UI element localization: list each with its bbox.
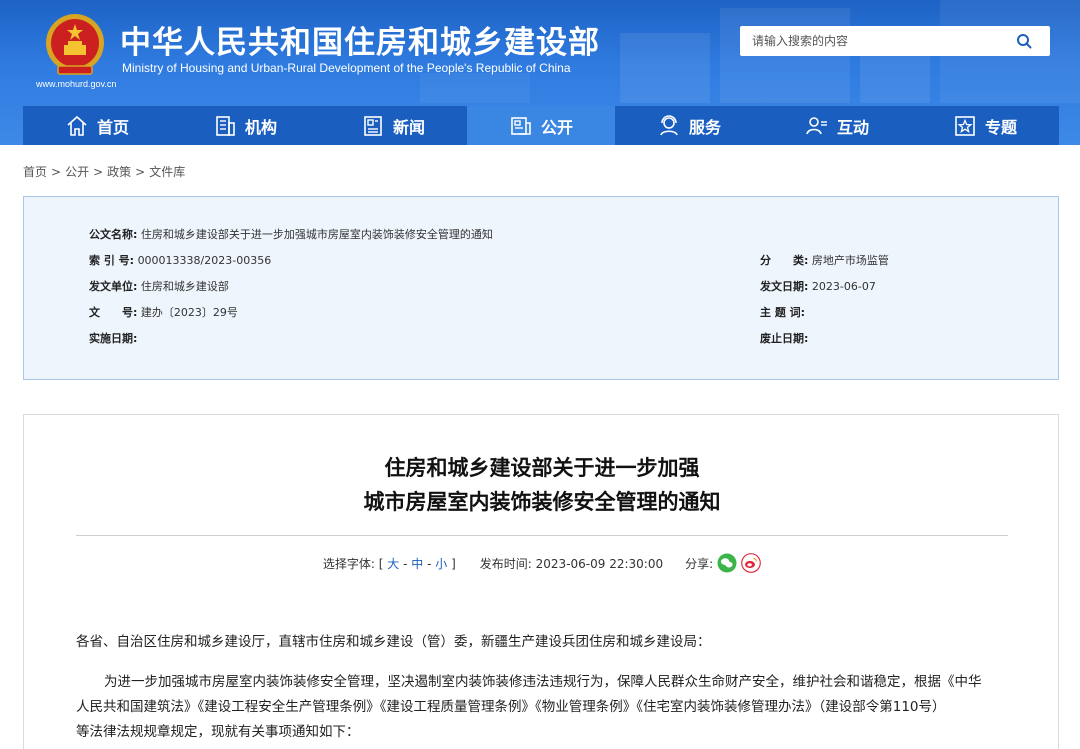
nav-item-special[interactable]: 专题 <box>911 106 1059 145</box>
bracket: ] <box>451 556 456 571</box>
paragraph: 人民共和国建筑法》《建设工程安全生产管理条例》《建设工程质量管理条例》《物业管理… <box>76 699 946 715</box>
bracket: [ <box>378 556 384 571</box>
meta-label: 主 题 词: <box>760 306 806 319</box>
breadcrumb-item-policy[interactable]: 政策 <box>107 165 131 179</box>
meta-issuer: 发文单位: 住房和城乡建设部 <box>89 278 229 294</box>
meta-index: 索 引 号: 000013338/2023-00356 <box>89 252 271 268</box>
nav-label: 新闻 <box>392 117 425 137</box>
search-icon[interactable] <box>1016 33 1032 49</box>
site-title[interactable]: 中华人民共和国住房和城乡建设部 <box>120 17 600 62</box>
breadcrumb-item-public[interactable]: 公开 <box>65 165 89 179</box>
nav-item-interact[interactable]: 互动 <box>763 106 911 145</box>
font-small-link[interactable]: 小 <box>435 557 447 571</box>
star-icon <box>955 115 975 136</box>
font-size-selector: 选择字体: [ 大 - 中 - 小 ] <box>323 555 456 572</box>
home-icon <box>67 115 87 136</box>
meta-category: 分 类: 房地产市场监管 <box>760 252 889 268</box>
meta-label: 公文名称: <box>89 228 138 241</box>
nav-label: 公开 <box>540 117 573 137</box>
publish-time: 发布时间: 2023-06-09 22:30:00 <box>480 555 663 572</box>
national-emblem-icon[interactable] <box>44 12 106 78</box>
breadcrumb-item-home[interactable]: 首页 <box>23 165 47 179</box>
paragraph: 为进一步加强城市房屋室内装饰装修安全管理，坚决遏制室内装饰装修违法违规行为，保障… <box>104 674 982 690</box>
main-nav: 首页 机构 新闻 公开 服务 互动 专题 <box>23 106 1059 145</box>
divider <box>76 535 1008 536</box>
header-building-graphic <box>620 33 710 103</box>
meta-label: 发文单位: <box>89 280 138 293</box>
site-url: www.mohurd.gov.cn <box>36 79 117 89</box>
separator: - <box>403 556 408 571</box>
breadcrumb-item-library[interactable]: 文件库 <box>149 165 185 179</box>
font-select-label: 选择字体: <box>322 556 375 571</box>
meta-value: 建办〔2023〕29号 <box>140 306 238 319</box>
breadcrumb: 首页 > 公开 > 政策 > 文件库 <box>23 163 185 180</box>
article: 住房和城乡建设部关于进一步加强 城市房屋室内装饰装修安全管理的通知 选择字体: … <box>23 414 1059 749</box>
search-input[interactable] <box>752 34 1012 48</box>
meta-value: 000013338/2023-00356 <box>137 254 272 267</box>
document-meta-box: 公文名称: 住房和城乡建设部关于进一步加强城市房屋室内装饰装修安全管理的通知 索… <box>23 196 1059 380</box>
nav-label: 机构 <box>244 117 277 137</box>
meta-label: 实施日期: <box>89 332 138 345</box>
meta-label: 文 号: <box>89 306 138 319</box>
separator: - <box>427 556 432 571</box>
paragraph: 等法律法规规章规定，现就有关事项通知如下： <box>76 724 360 740</box>
interact-person-icon <box>806 116 827 134</box>
meta-label: 发文日期: <box>760 280 809 293</box>
wechat-share-icon[interactable] <box>717 553 737 573</box>
meta-keywords: 主 题 词: <box>760 304 805 320</box>
article-title-line: 城市房屋室内装饰装修安全管理的通知 <box>363 490 721 514</box>
nav-item-news[interactable]: 新闻 <box>319 106 467 145</box>
header-building-graphic <box>420 73 530 103</box>
weibo-share-icon[interactable] <box>741 553 762 573</box>
site-subtitle-en: Ministry of Housing and Urban-Rural Deve… <box>122 61 571 75</box>
article-tools: 选择字体: [ 大 - 中 - 小 ] 发布时间: 2023-06-09 22:… <box>24 553 1060 573</box>
meta-value: 2023-06-07 <box>811 280 876 293</box>
meta-value: 住房和城乡建设部 <box>140 280 229 293</box>
article-title-line: 住房和城乡建设部关于进一步加强 <box>384 456 700 480</box>
building-icon <box>216 115 235 136</box>
nav-item-home[interactable]: 首页 <box>23 106 171 145</box>
nav-label: 互动 <box>836 117 869 137</box>
nav-item-service[interactable]: 服务 <box>615 106 763 145</box>
nav-label: 首页 <box>96 117 129 137</box>
meta-expiry-date: 废止日期: <box>760 330 808 346</box>
nav-label: 专题 <box>984 117 1017 137</box>
meta-label: 索 引 号: <box>89 254 135 267</box>
nav-label: 服务 <box>688 117 721 137</box>
search-box <box>740 26 1050 56</box>
meta-value: 住房和城乡建设部关于进一步加强城市房屋室内装饰装修安全管理的通知 <box>140 228 493 241</box>
meta-label: 废止日期: <box>760 332 809 345</box>
nav-item-public[interactable]: 公开 <box>467 106 615 145</box>
publish-label: 发布时间: <box>479 556 532 571</box>
meta-issue-date: 发文日期: 2023-06-07 <box>760 278 876 294</box>
breadcrumb-separator: > <box>135 165 146 179</box>
publish-value: 2023-06-09 22:30:00 <box>535 556 664 571</box>
nav-item-organization[interactable]: 机构 <box>171 106 319 145</box>
meta-doc-name: 公文名称: 住房和城乡建设部关于进一步加强城市房屋室内装饰装修安全管理的通知 <box>89 226 493 242</box>
paragraph: 各省、自治区住房和城乡建设厅，直辖市住房和城乡建设（管）委，新疆生产建设兵团住房… <box>76 634 711 650</box>
article-title: 住房和城乡建设部关于进一步加强 城市房屋室内装饰装修安全管理的通知 <box>24 451 1060 519</box>
service-person-icon <box>660 114 678 135</box>
font-medium-link[interactable]: 中 <box>411 557 423 571</box>
public-info-icon <box>511 116 531 135</box>
meta-effective-date: 实施日期: <box>89 330 137 346</box>
meta-label: 分 类: <box>760 254 809 267</box>
meta-doc-no: 文 号: 建办〔2023〕29号 <box>89 304 238 320</box>
meta-value: 房地产市场监管 <box>811 254 889 267</box>
newspaper-icon <box>364 115 382 136</box>
breadcrumb-separator: > <box>93 165 104 179</box>
font-large-link[interactable]: 大 <box>387 557 399 571</box>
share-label: 分享: <box>685 556 714 571</box>
breadcrumb-separator: > <box>51 165 62 179</box>
